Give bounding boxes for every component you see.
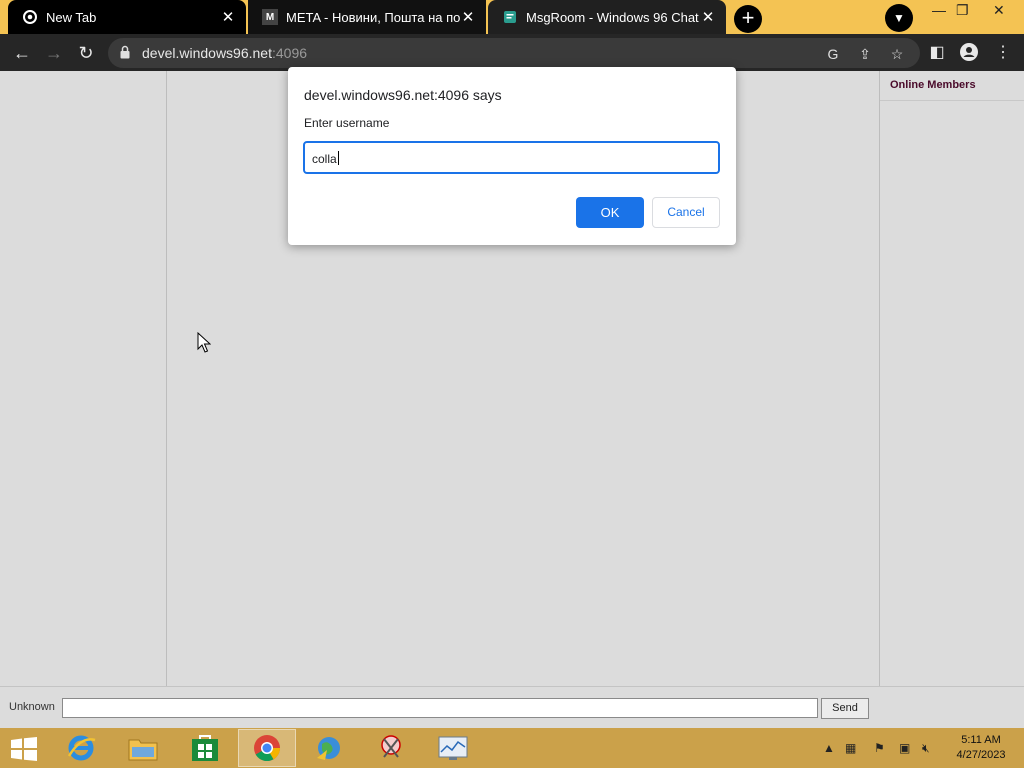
browser-toolbar: ← → ↻ devel.windows96.net:4096 G ⇪ ☆ ◧ ⋮: [0, 34, 1024, 71]
username-label[interactable]: Unknown: [9, 701, 55, 713]
share-icon[interactable]: ⇪: [856, 45, 874, 63]
reload-icon[interactable]: ↻: [74, 41, 98, 65]
bookmark-star-icon[interactable]: ☆: [888, 45, 906, 63]
snipping-tool-icon[interactable]: [362, 729, 420, 767]
clock-date: 4/27/2023: [956, 749, 1006, 761]
text-caret: [337, 151, 339, 165]
clock-time: 5:11 AM: [961, 734, 1001, 746]
menu-icon[interactable]: ⋮: [992, 42, 1014, 64]
google-lens-icon[interactable]: G: [824, 45, 842, 63]
keyboard-icon[interactable]: ▦: [845, 741, 856, 755]
flag-icon[interactable]: ⚑: [874, 741, 885, 755]
chrome-icon: [22, 9, 38, 25]
minimize-icon[interactable]: —: [932, 2, 946, 18]
tab-meta[interactable]: M META - Новини, Пошта на порт ✕: [248, 0, 486, 34]
internet-explorer-icon[interactable]: [52, 729, 110, 767]
dialog-message: Enter username: [304, 116, 390, 130]
tab-title: META - Новини, Пошта на порт: [286, 9, 460, 25]
tab-strip: New Tab ✕ M META - Новини, Пошта на порт…: [0, 0, 1024, 34]
file-explorer-icon[interactable]: [114, 729, 172, 767]
volume-muted-icon[interactable]: 🔇︎: [922, 741, 930, 756]
restore-icon[interactable]: ❐: [956, 2, 969, 19]
message-input[interactable]: [62, 698, 818, 718]
tab-msgroom[interactable]: MsgRoom - Windows 96 Chat ✕: [488, 0, 726, 34]
ok-button[interactable]: OK: [576, 197, 644, 228]
taskbar: ▲ ▦ ⚑ ▣ 🔇︎ 5:11 AM 4/27/2023: [0, 728, 1024, 768]
address-bar[interactable]: devel.windows96.net:4096 G ⇪ ☆: [108, 38, 920, 68]
username-input-value: colla: [312, 152, 337, 166]
send-button[interactable]: Send: [821, 698, 869, 719]
close-window-icon[interactable]: ✕: [993, 2, 1005, 19]
tab-search-button[interactable]: ▼: [885, 4, 913, 32]
windows-start-icon[interactable]: [10, 737, 38, 761]
close-tab-icon[interactable]: ✕: [220, 8, 236, 26]
back-icon[interactable]: ←: [10, 41, 34, 65]
mouse-cursor-icon: [197, 331, 212, 359]
close-tab-icon[interactable]: ✕: [700, 8, 716, 26]
members-pane: Online Members: [879, 71, 1024, 686]
side-panel-icon[interactable]: ◧: [926, 42, 948, 64]
lock-icon: [120, 45, 130, 59]
network-icon[interactable]: ▣: [899, 741, 910, 755]
divider: [880, 100, 1024, 101]
chrome-taskbar-icon[interactable]: [238, 729, 296, 767]
members-heading: Online Members: [890, 79, 976, 91]
cancel-button[interactable]: Cancel: [652, 197, 720, 228]
prompt-dialog: devel.windows96.net:4096 says Enter user…: [288, 67, 736, 245]
msgroom-favicon: [502, 9, 518, 25]
url-text: devel.windows96.net:4096: [142, 45, 308, 61]
show-hidden-icons[interactable]: ▲: [823, 741, 835, 755]
dialog-title: devel.windows96.net:4096 says: [304, 87, 502, 103]
tab-title: MsgRoom - Windows 96 Chat: [526, 9, 699, 25]
new-tab-button[interactable]: +: [734, 5, 762, 33]
meta-favicon: M: [262, 9, 278, 25]
globe-app-icon[interactable]: [300, 729, 358, 767]
clock[interactable]: 5:11 AM 4/27/2023: [950, 733, 1012, 763]
tab-title: New Tab: [46, 9, 97, 25]
username-input[interactable]: colla: [303, 141, 720, 174]
close-tab-icon[interactable]: ✕: [460, 8, 476, 26]
performance-monitor-icon[interactable]: [424, 729, 482, 767]
store-icon[interactable]: [176, 729, 234, 767]
profile-icon[interactable]: [958, 42, 980, 64]
forward-icon[interactable]: →: [42, 41, 66, 65]
channels-pane: [0, 71, 167, 686]
composer-bar: Unknown Send: [0, 686, 1024, 728]
tab-new-tab[interactable]: New Tab ✕: [8, 0, 246, 34]
